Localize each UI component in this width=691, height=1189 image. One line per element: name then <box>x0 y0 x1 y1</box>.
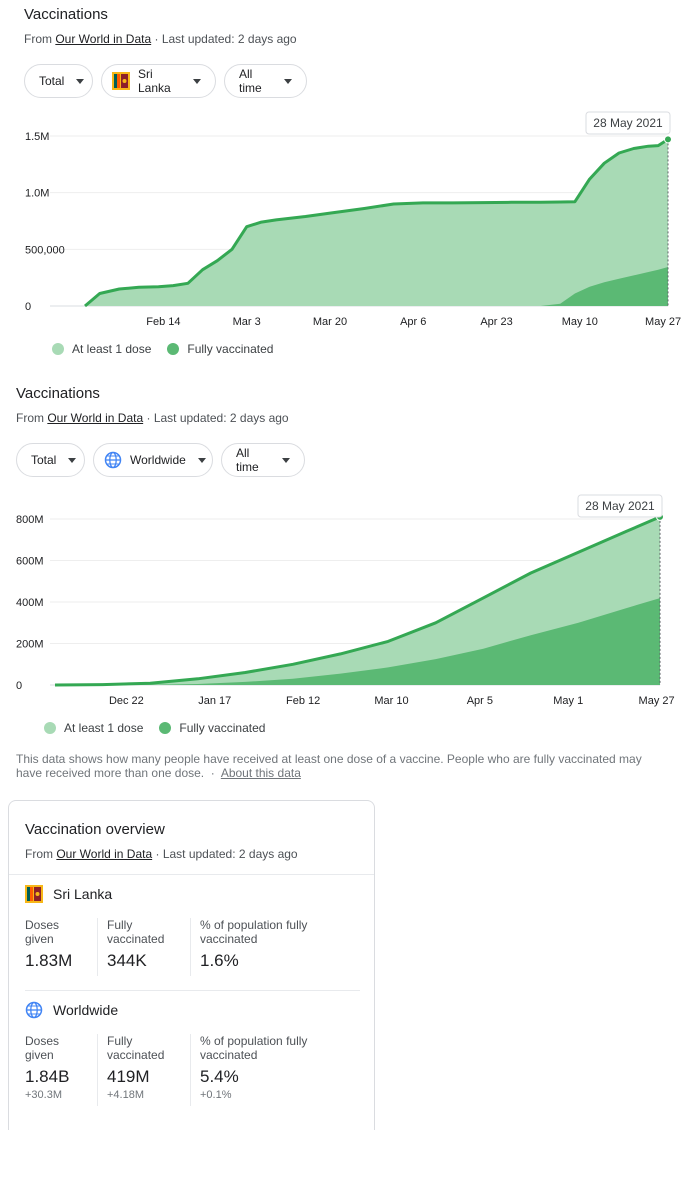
y-tick-label: 0 <box>16 680 22 692</box>
x-tick-label: Apr 5 <box>467 695 493 707</box>
stat-fully-vaccinated: Fully vaccinated 419M +4.18M <box>107 1034 187 1102</box>
x-tick-label: Mar 10 <box>374 695 408 707</box>
stat-pct-fully: % of population fully vaccinated 1.6% <box>200 918 350 970</box>
stat-doses-given: Doses given 1.84B +30.3M <box>25 1034 95 1102</box>
x-tick-label: Jan 17 <box>198 695 231 707</box>
vaccinations-chart[interactable]: 0 200M 400M 600M 800M Dec 22 Jan 17 Feb 12 Mar 1… <box>0 0 691 720</box>
doses-value: 1.84B <box>25 1067 70 1086</box>
about-this-data-link[interactable]: About this data <box>221 766 301 780</box>
divider <box>9 874 374 875</box>
x-tick-label: Dec 22 <box>109 695 144 707</box>
divider <box>25 990 360 991</box>
y-tick-label: 800M <box>16 514 44 526</box>
vaccinations-section-worldwide: Vaccinations From Our World in Data · La… <box>0 0 691 750</box>
x-tick-label: Feb 12 <box>286 695 320 707</box>
doses-delta: +30.3M <box>25 1089 62 1101</box>
stat-fully-vaccinated: Fully vaccinated 344K <box>107 918 187 970</box>
doses-value: 1.83M <box>25 951 73 970</box>
overview-title: Vaccination overview <box>25 821 165 838</box>
x-tick-label: May 27 <box>639 695 675 707</box>
tooltip-date: 28 May 2021 <box>585 499 655 513</box>
fully-delta: +4.18M <box>107 1089 144 1101</box>
legend-item-at-least-one[interactable]: At least 1 dose <box>44 721 143 735</box>
pct-value: 1.6% <box>200 951 239 970</box>
fully-value: 344K <box>107 951 147 970</box>
x-tick-label: May 1 <box>553 695 583 707</box>
y-tick-label: 400M <box>16 597 44 609</box>
region-worldwide: Worldwide <box>25 1001 118 1019</box>
stat-doses-given: Doses given 1.83M <box>25 918 95 970</box>
y-tick-label: 200M <box>16 639 44 651</box>
fully-value: 419M <box>107 1067 150 1086</box>
pct-delta: +0.1% <box>200 1089 232 1101</box>
source-line: From Our World in Data · Last updated: 2… <box>25 847 298 861</box>
y-tick-label: 600M <box>16 556 44 568</box>
sri-lanka-flag-icon <box>25 885 43 903</box>
source-link[interactable]: Our World in Data <box>56 847 152 861</box>
stat-pct-fully: % of population fully vaccinated 5.4% +0… <box>200 1034 350 1102</box>
chart-legend: At least 1 dose Fully vaccinated <box>44 721 281 735</box>
vaccination-overview-card: Vaccination overview From Our World in D… <box>8 800 375 1130</box>
globe-icon <box>25 1001 43 1019</box>
legend-item-fully[interactable]: Fully vaccinated <box>159 721 265 735</box>
region-sri-lanka: Sri Lanka <box>25 885 112 903</box>
data-disclaimer: This data shows how many people have rec… <box>16 752 642 780</box>
pct-value: 5.4% <box>200 1067 239 1086</box>
